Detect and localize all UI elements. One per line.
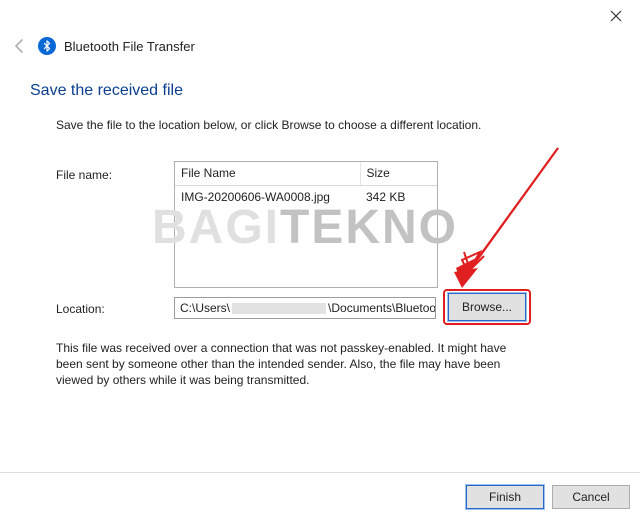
security-warning-text: This file was received over a connection… (56, 340, 530, 389)
location-redacted (232, 303, 326, 314)
page-subheading: Save the file to the location below, or … (56, 118, 481, 132)
annotation-arrow-overlay (440, 140, 570, 315)
location-prefix: C:\Users\ (180, 301, 230, 315)
annotation-arrow (440, 140, 570, 310)
column-header-size[interactable]: Size (360, 162, 437, 186)
finish-button[interactable]: Finish (466, 485, 544, 509)
file-list[interactable]: File Name Size IMG-20200606-WA0008.jpg 3… (174, 161, 438, 288)
page-heading: Save the received file (30, 82, 183, 100)
file-name-label: File name: (56, 168, 112, 182)
file-row[interactable]: IMG-20200606-WA0008.jpg 342 KB (175, 186, 437, 209)
back-button[interactable] (10, 36, 30, 56)
location-suffix: \Documents\Bluetooth (328, 301, 436, 315)
file-row-name: IMG-20200606-WA0008.jpg (175, 186, 360, 209)
file-row-size: 342 KB (360, 186, 437, 209)
column-header-name[interactable]: File Name (175, 162, 360, 186)
bluetooth-icon (38, 37, 56, 55)
close-button[interactable] (600, 6, 632, 28)
location-label: Location: (56, 302, 105, 316)
window-title: Bluetooth File Transfer (64, 39, 195, 54)
footer-divider (0, 472, 640, 473)
browse-button[interactable]: Browse... (448, 293, 526, 321)
location-field[interactable]: C:\Users\ \Documents\Bluetooth (174, 297, 436, 319)
cancel-button[interactable]: Cancel (552, 485, 630, 509)
